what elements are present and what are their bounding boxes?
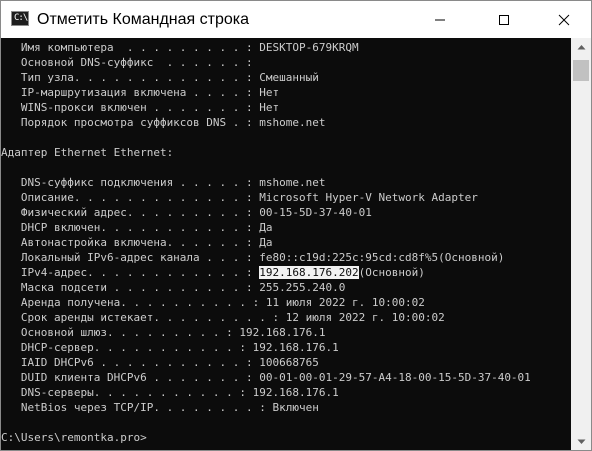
console-line: NetBios через TCP/IP. . . . . . . . : Вк… <box>1 401 319 414</box>
selected-ipv4-address[interactable]: 192.168.176.202 <box>259 266 359 279</box>
command-prompt-line[interactable]: C:\Users\remontka.pro> <box>1 430 147 445</box>
console-line: IAID DHCPv6 . . . . . . . . . . . : 1006… <box>1 356 319 369</box>
maximize-button[interactable] <box>481 1 527 38</box>
scroll-down-button[interactable] <box>571 433 591 450</box>
console-line: Адаптер Ethernet Ethernet: <box>1 146 174 159</box>
console-line: Маска подсети . . . . . . . . . . : 255.… <box>1 281 346 294</box>
app-icon-glyph: C:\ <box>14 13 28 23</box>
console-line: Аренда получена. . . . . . . . . . : 11 … <box>1 296 425 309</box>
command-prompt-window: C:\ Отметить Командная строка Имя компью… <box>0 0 592 451</box>
command-prompt-icon[interactable]: C:\ <box>11 11 29 26</box>
console-line: DHCP-сервер. . . . . . . . . . . : 192.1… <box>1 341 339 354</box>
console-line: Описание. . . . . . . . . . . . . : Micr… <box>1 191 478 204</box>
console-line: Имя компьютера . . . . . . . . . : DESKT… <box>1 41 359 54</box>
console-line: DNS-суффикс подключения . . . . . : msho… <box>1 176 326 189</box>
console-line: DHCP включен. . . . . . . . . . . : Да <box>1 221 273 234</box>
close-icon <box>558 14 570 25</box>
console-line: Физический адрес. . . . . . . . . : 00-1… <box>1 206 372 219</box>
console-line: IP-маршрутизация включена . . . . : Нет <box>1 86 280 99</box>
console-line: Автонастройка включена. . . . . . : Да <box>1 236 273 249</box>
window-title: Отметить Командная строка <box>37 11 250 28</box>
ipv4-suffix: (Основной) <box>358 266 425 279</box>
maximize-icon <box>499 14 509 25</box>
scrollbar-thumb[interactable] <box>573 60 589 81</box>
console-output[interactable]: Имя компьютера . . . . . . . . . : DESKT… <box>1 38 570 450</box>
scroll-up-button[interactable] <box>571 38 591 55</box>
console-line: DNS-серверы. . . . . . . . . . . : 192.1… <box>1 386 339 399</box>
scroll-down-arrow-icon <box>577 439 585 444</box>
minimize-button[interactable] <box>417 1 463 38</box>
close-button[interactable] <box>541 1 587 38</box>
scroll-up-arrow-icon <box>577 44 585 49</box>
vertical-scrollbar[interactable] <box>571 38 591 450</box>
console-line: WINS-прокси включен . . . . . . . : Нет <box>1 101 280 114</box>
console-line: Локальный IPv6-адрес канала . . . : fe80… <box>1 251 505 264</box>
ipv4-label: IPv4-адрес. . . . . . . . . . . . : <box>1 266 260 279</box>
console-line: Срок аренды истекает. . . . . . . . . : … <box>1 311 445 324</box>
console-line: Основной шлюз. . . . . . . . . : 192.168… <box>1 326 326 339</box>
title-bar[interactable]: C:\ Отметить Командная строка <box>1 1 591 38</box>
console-line: Порядок просмотра суффиксов DNS . : msho… <box>1 116 326 129</box>
console-line: Основной DNS-суффикс . . . . . . : <box>1 56 253 69</box>
console-line: Тип узла. . . . . . . . . . . . . : Смеш… <box>1 71 319 84</box>
console-line: DUID клиента DHCPv6 . . . . . . . : 00-0… <box>1 371 531 384</box>
console-line-ipv4: IPv4-адрес. . . . . . . . . . . . : 192.… <box>1 265 425 280</box>
minimize-icon <box>435 19 445 20</box>
